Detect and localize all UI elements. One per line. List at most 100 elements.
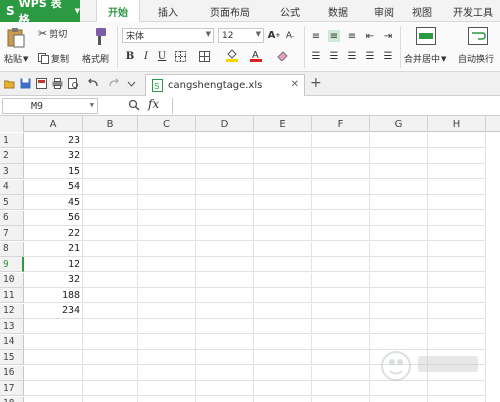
formula-input[interactable]: [172, 98, 500, 114]
print-icon[interactable]: [52, 78, 63, 89]
borders-button[interactable]: [174, 50, 186, 62]
cell-f10[interactable]: [312, 272, 370, 288]
cell-h12[interactable]: [428, 303, 486, 319]
cell-f5[interactable]: [312, 195, 370, 210]
tab-formulas[interactable]: 公式: [270, 0, 310, 22]
cell-b11[interactable]: [83, 288, 138, 303]
cell-d11[interactable]: [196, 288, 254, 303]
tab-insert[interactable]: 插入: [150, 0, 186, 22]
cell-e14[interactable]: [254, 334, 312, 350]
font-size-select[interactable]: 12 ▼: [218, 28, 264, 43]
cell-d12[interactable]: [196, 303, 254, 319]
cell-e5[interactable]: [254, 195, 312, 210]
row-header[interactable]: 1: [0, 133, 24, 148]
merge-center-icon-button[interactable]: [416, 26, 438, 46]
zoom-search-icon[interactable]: [128, 99, 140, 114]
row-header[interactable]: 3: [0, 164, 24, 179]
cell-e2[interactable]: [254, 148, 312, 164]
cell-g2[interactable]: [370, 148, 428, 164]
print-preview-icon[interactable]: [68, 78, 79, 89]
cell-e9[interactable]: [254, 257, 312, 272]
cell-f7[interactable]: [312, 226, 370, 241]
cell-d2[interactable]: [196, 148, 254, 164]
cell-b10[interactable]: [83, 272, 138, 288]
cell-a5[interactable]: 45: [24, 195, 83, 210]
customize-chevron-down-icon[interactable]: [126, 78, 137, 89]
align-center-button[interactable]: ☰: [328, 50, 340, 62]
paste-label[interactable]: 粘贴 ▼: [4, 52, 28, 66]
cell-d5[interactable]: [196, 195, 254, 210]
wrap-text-icon-button[interactable]: [468, 26, 490, 46]
cell-a1[interactable]: 23: [24, 133, 83, 148]
row-header[interactable]: 9: [0, 257, 24, 272]
cell-a14[interactable]: [24, 334, 83, 350]
cell-h1[interactable]: [428, 133, 486, 148]
cell-g9[interactable]: [370, 257, 428, 272]
cell-a15[interactable]: [24, 350, 83, 365]
row-header[interactable]: 4: [0, 179, 24, 195]
cell-e7[interactable]: [254, 226, 312, 241]
cell-h4[interactable]: [428, 179, 486, 195]
cell-f12[interactable]: [312, 303, 370, 319]
paste-button[interactable]: [6, 26, 28, 48]
distributed-button[interactable]: ☰: [382, 50, 394, 62]
open-folder-icon[interactable]: [4, 78, 15, 89]
cell-a13[interactable]: [24, 319, 83, 334]
copy-button[interactable]: 复制: [38, 52, 69, 65]
save-icon[interactable]: [20, 78, 31, 89]
tab-developer[interactable]: 开发工具: [446, 0, 500, 22]
column-header-b[interactable]: B: [83, 116, 138, 132]
cell-g18[interactable]: [370, 396, 428, 402]
cell-c11[interactable]: [138, 288, 196, 303]
cell-d9[interactable]: [196, 257, 254, 272]
bold-button[interactable]: B: [124, 50, 136, 62]
fill-color-button[interactable]: [226, 49, 238, 62]
align-middle-button[interactable]: ≡: [328, 30, 340, 42]
row-header[interactable]: 11: [0, 288, 24, 303]
cell-g7[interactable]: [370, 226, 428, 241]
cell-c15[interactable]: [138, 350, 196, 365]
cell-b9[interactable]: [83, 257, 138, 272]
cell-f3[interactable]: [312, 164, 370, 179]
align-top-button[interactable]: ≡: [310, 30, 322, 42]
cell-f14[interactable]: [312, 334, 370, 350]
cell-c8[interactable]: [138, 241, 196, 257]
cell-f15[interactable]: [312, 350, 370, 365]
cell-b4[interactable]: [83, 179, 138, 195]
align-bottom-button[interactable]: ≡: [346, 30, 358, 42]
cell-a18[interactable]: [24, 396, 83, 402]
cell-g6[interactable]: [370, 210, 428, 226]
column-header-g[interactable]: G: [370, 116, 428, 132]
cell-f13[interactable]: [312, 319, 370, 334]
row-header[interactable]: 13: [0, 319, 24, 334]
cell-a11[interactable]: 188: [24, 288, 83, 303]
format-painter-button[interactable]: [88, 26, 110, 48]
cell-d7[interactable]: [196, 226, 254, 241]
close-icon[interactable]: ✕: [291, 79, 299, 90]
cell-c6[interactable]: [138, 210, 196, 226]
cell-f11[interactable]: [312, 288, 370, 303]
cell-e17[interactable]: [254, 381, 312, 396]
row-header[interactable]: 15: [0, 350, 24, 365]
cell-g12[interactable]: [370, 303, 428, 319]
cell-f1[interactable]: [312, 133, 370, 148]
cell-b8[interactable]: [83, 241, 138, 257]
cell-d8[interactable]: [196, 241, 254, 257]
cell-a6[interactable]: 56: [24, 210, 83, 226]
cell-e8[interactable]: [254, 241, 312, 257]
cell-c5[interactable]: [138, 195, 196, 210]
cell-g3[interactable]: [370, 164, 428, 179]
cell-e1[interactable]: [254, 133, 312, 148]
indent-decrease-button[interactable]: ⇤: [364, 30, 376, 42]
cell-h2[interactable]: [428, 148, 486, 164]
cell-d13[interactable]: [196, 319, 254, 334]
select-all-corner[interactable]: [0, 116, 24, 132]
cell-f16[interactable]: [312, 365, 370, 381]
row-header[interactable]: 5: [0, 195, 24, 210]
cell-f17[interactable]: [312, 381, 370, 396]
font-color-button[interactable]: A: [250, 49, 262, 62]
cell-e13[interactable]: [254, 319, 312, 334]
cell-h18[interactable]: [428, 396, 486, 402]
cell-a4[interactable]: 54: [24, 179, 83, 195]
cell-f2[interactable]: [312, 148, 370, 164]
